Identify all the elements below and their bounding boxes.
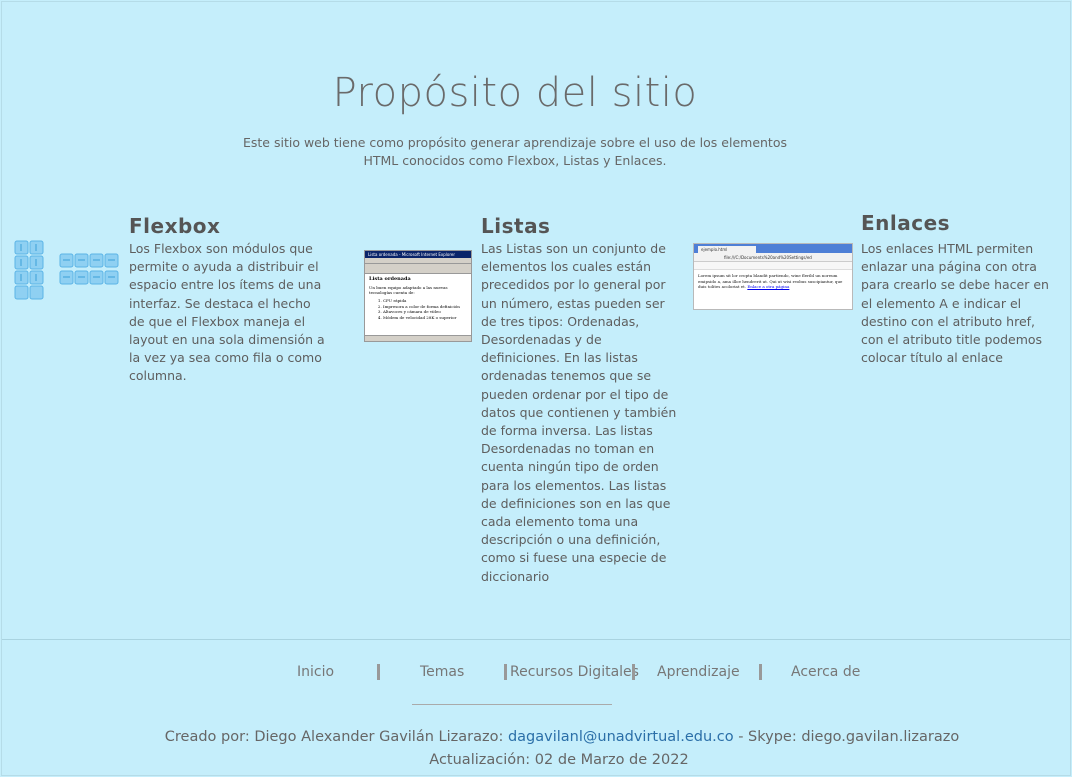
address-bar: file:///C:/Documents%20and%20Settings/ed [694, 253, 852, 262]
listas-title: Listas [481, 214, 551, 238]
status-bar [365, 335, 471, 341]
update-date: Actualización: 02 de Marzo de 2022 [429, 752, 689, 768]
browser-tabbar: ejemplo.html [694, 244, 852, 253]
list-item: Módem de velocidad 28K o superior [383, 315, 467, 321]
ordered-list: CPU rápida Impresora a color de forma de… [369, 298, 467, 320]
nav-inicio[interactable]: Inicio [297, 664, 334, 680]
credit-suffix: - Skype: diego.gavilan.lizarazo [733, 729, 960, 745]
flexbox-title: Flexbox [129, 214, 221, 238]
window-title: Lista ordenada - Microsoft Internet Expl… [365, 251, 471, 258]
credit-line: Creado por: Diego Alexander Gavilán Liza… [0, 729, 1072, 745]
ordered-list-screenshot: Lista ordenada - Microsoft Internet Expl… [364, 250, 472, 342]
nav-recursos-digitales[interactable]: Recursos Digitales [510, 664, 639, 680]
flexbox-text: Los Flexbox son módulos que permite o ay… [129, 241, 325, 384]
page-title: Propósito del sitio [332, 70, 698, 116]
list-heading: Lista ordenada [369, 276, 411, 282]
enlaces-title: Enlaces [861, 211, 951, 235]
example-link: Enlace a otra página [747, 284, 790, 289]
nav-underline [412, 704, 612, 705]
list-intro: Un buen equipo adaptado a las nuevas tec… [369, 285, 448, 295]
nav-separator [759, 664, 762, 680]
enlaces-text: Los enlaces HTML permiten enlazar una pá… [861, 241, 1049, 366]
intro-text: Este sitio web tiene como propósito gene… [243, 135, 787, 168]
credit-prefix: Creado por: Diego Alexander Gavilán Liza… [164, 729, 508, 745]
link-example-screenshot: ejemplo.html file:///C:/Documents%20and%… [693, 243, 853, 310]
nav-aprendizaje[interactable]: Aprendizaje [657, 664, 740, 680]
listas-text: Las Listas son un conjunto de elementos … [481, 241, 677, 584]
nav-temas[interactable]: Temas [420, 664, 464, 680]
nav-separator [632, 664, 635, 680]
nav-acerca-de[interactable]: Acerca de [791, 664, 860, 680]
browser-tab: ejemplo.html [698, 246, 756, 253]
toolbar [365, 264, 471, 274]
nav-separator [377, 664, 380, 680]
nav-separator [504, 664, 507, 680]
flexbox-icon [14, 240, 120, 300]
email-link[interactable]: dagavilanl@unadvirtual.edu.co [508, 729, 734, 745]
bookmarks-bar [694, 262, 852, 270]
footer-divider [2, 639, 1070, 640]
